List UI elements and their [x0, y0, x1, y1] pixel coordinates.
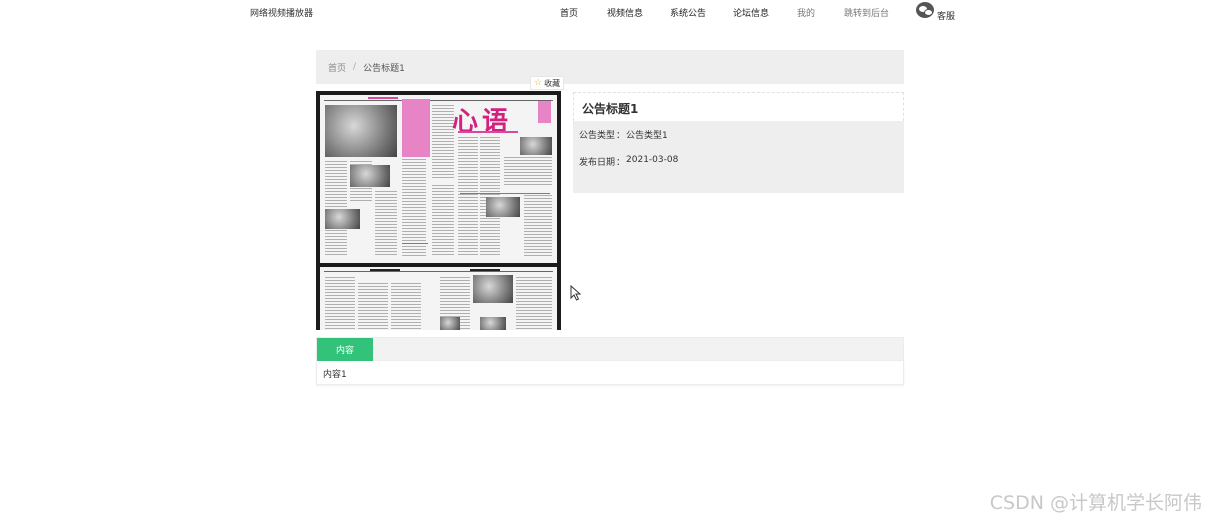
- breadcrumb-home[interactable]: 首页: [328, 61, 346, 74]
- notice-date-row: 发布日期 ： 2021-03-08: [579, 155, 898, 168]
- tab-content[interactable]: 内容: [317, 338, 373, 361]
- favorite-label: 收藏: [544, 78, 561, 88]
- nav-item-admin[interactable]: 跳转到后台: [844, 6, 889, 19]
- nav-item-mine[interactable]: 我的: [797, 6, 815, 19]
- nav-item-forum[interactable]: 论坛信息: [733, 6, 769, 19]
- notice-date-label: 发布日期: [579, 158, 616, 168]
- content-text: 内容1: [316, 361, 904, 385]
- notice-type-row: 公告类型 ： 公告类型1: [579, 128, 898, 141]
- notice-date-value: 2021-03-08: [626, 155, 679, 165]
- mouse-cursor-icon: [570, 285, 582, 301]
- notice-title: 公告标题1: [573, 92, 904, 121]
- notice-details: 公告类型 ： 公告类型1 发布日期 ： 2021-03-08: [573, 121, 904, 193]
- customer-service-link[interactable]: 客服: [937, 9, 955, 22]
- newspaper-page-bottom: [320, 267, 557, 330]
- notice-cover-image: 心 语: [316, 91, 561, 330]
- content-tabbar: 内容: [316, 337, 904, 361]
- star-icon: ☆: [534, 78, 543, 88]
- breadcrumb-separator: /: [353, 62, 357, 72]
- notice-type-value: 公告类型1: [626, 131, 668, 141]
- notice-date-colon: ：: [616, 158, 626, 168]
- favorite-button[interactable]: ☆ 收藏: [530, 76, 565, 90]
- nav-item-home[interactable]: 首页: [560, 6, 578, 19]
- nav-item-videos[interactable]: 视频信息: [607, 6, 643, 19]
- nav-item-notices[interactable]: 系统公告: [670, 6, 706, 19]
- site-title: 网络视频播放器: [250, 9, 314, 19]
- csdn-watermark: CSDN @计算机学长阿伟: [989, 492, 1202, 514]
- newspaper-page-top: 心 语: [320, 95, 557, 263]
- breadcrumb: 首页 / 公告标题1: [316, 50, 904, 84]
- wechat-icon[interactable]: [916, 2, 934, 18]
- notice-type-label: 公告类型: [579, 131, 616, 141]
- breadcrumb-current: 公告标题1: [363, 63, 405, 74]
- notice-type-colon: ：: [616, 131, 626, 141]
